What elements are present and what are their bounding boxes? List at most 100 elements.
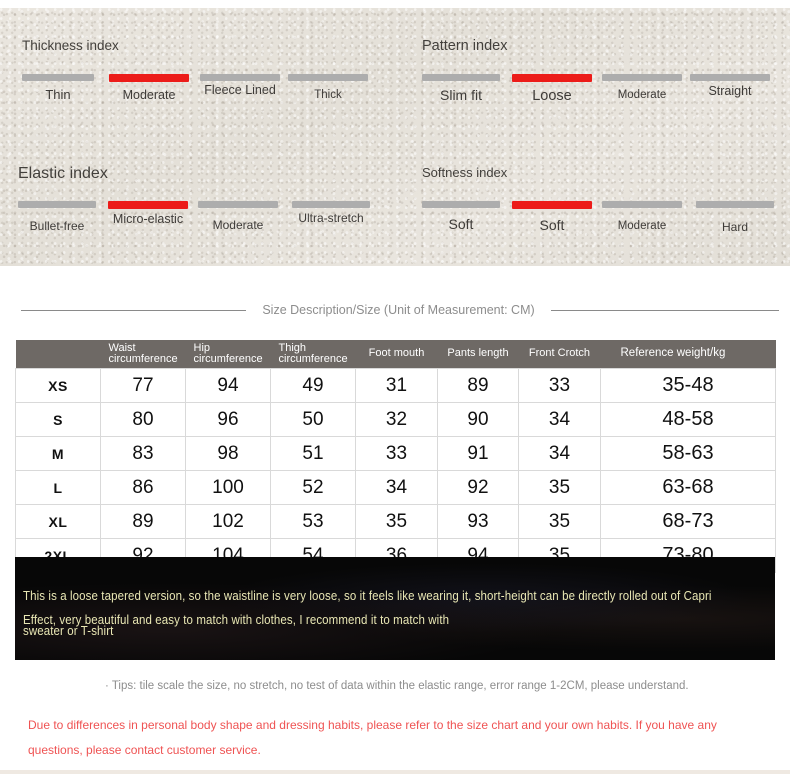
cell-size: L — [15, 470, 101, 505]
index-bar-slim-fit — [422, 74, 500, 81]
tips-customer-service-note: Due to differences in personal body shap… — [28, 718, 717, 757]
index-option-soft-1[interactable]: Soft — [422, 201, 500, 232]
index-option-hard[interactable]: Hard — [690, 201, 780, 234]
index-option-slim-fit[interactable]: Slim fit — [422, 74, 500, 103]
cell-hip: 100 — [185, 470, 271, 505]
index-option-micro-elastic[interactable]: Micro-elastic — [108, 201, 188, 226]
cell-crotch: 33 — [518, 368, 601, 403]
index-option-straight[interactable]: Straight — [690, 74, 770, 98]
col-header-thigh: Thigh circumference — [270, 340, 356, 369]
table-row: XL 89 102 53 35 93 35 68-73 — [15, 504, 776, 539]
cell-length: 91 — [437, 436, 519, 471]
heading-rule-right — [550, 309, 779, 311]
index-option-loose[interactable]: Loose — [512, 74, 592, 104]
cell-weight: 68-73 — [600, 504, 776, 539]
index-bar-micro-elastic — [108, 201, 188, 209]
index-bar-soft-2 — [512, 201, 592, 209]
col-header-waist: Waist circumference — [100, 340, 186, 369]
cell-crotch: 34 — [518, 402, 601, 437]
cell-foot: 31 — [355, 368, 438, 403]
index-option-moderate[interactable]: Moderate — [602, 201, 682, 232]
index-bar-moderate — [602, 201, 682, 208]
cell-thigh: 50 — [270, 402, 356, 437]
table-row: S 80 96 50 32 90 34 48-58 — [15, 402, 776, 437]
heading-rule-left — [21, 309, 247, 311]
table-header-row: Waist circumference Hip circumference Th… — [15, 340, 776, 369]
index-label-micro-elastic: Micro-elastic — [112, 212, 184, 226]
index-bar-thin — [22, 74, 94, 81]
col-header-foot-mouth: Foot mouth — [355, 340, 438, 369]
cell-waist: 83 — [100, 436, 186, 471]
index-bar-hard — [696, 201, 774, 208]
index-option-moderate[interactable]: Moderate — [109, 74, 189, 102]
cell-thigh: 53 — [270, 504, 356, 539]
cell-crotch: 35 — [518, 504, 601, 539]
index-bar-fleece-lined — [200, 74, 280, 81]
cell-hip: 102 — [185, 504, 271, 539]
index-label-ultra-stretch: Ultra-stretch — [298, 211, 364, 225]
index-option-thin[interactable]: Thin — [22, 74, 94, 102]
cell-weight: 35-48 — [600, 368, 776, 403]
index-title-pattern: Pattern index — [422, 38, 508, 54]
cell-crotch: 34 — [518, 436, 601, 471]
col-header-front-crotch: Front Crotch — [518, 340, 601, 369]
index-bar-moderate — [602, 74, 682, 81]
index-bar-loose — [512, 74, 592, 82]
cell-foot: 34 — [355, 470, 438, 505]
cell-weight: 48-58 — [600, 402, 776, 437]
note-line-1: This is a loose tapered version, so the … — [23, 590, 712, 604]
index-block-pattern: Pattern index Slim fit Loose Moderate St… — [422, 38, 782, 104]
col-header-size — [15, 340, 101, 369]
index-option-moderate[interactable]: Moderate — [198, 201, 278, 232]
index-label-bullet-free: Bullet-free — [29, 219, 85, 233]
cell-crotch: 35 — [518, 470, 601, 505]
cell-thigh: 51 — [270, 436, 356, 471]
index-option-moderate[interactable]: Moderate — [602, 74, 682, 101]
index-bar-bullet-free — [18, 201, 96, 208]
index-option-ultra-stretch[interactable]: Ultra-stretch — [286, 201, 376, 225]
index-bar-thick — [288, 74, 368, 81]
cell-foot: 33 — [355, 436, 438, 471]
table-row: M 83 98 51 33 91 34 58-63 — [15, 436, 776, 471]
cell-thigh: 52 — [270, 470, 356, 505]
cell-length: 89 — [437, 368, 519, 403]
cell-size: XL — [15, 504, 101, 539]
index-title-thickness: Thickness index — [22, 38, 119, 53]
index-label-moderate: Moderate — [617, 220, 667, 232]
cell-size: S — [15, 402, 101, 437]
cell-hip: 94 — [185, 368, 271, 403]
index-bar-moderate — [198, 201, 278, 208]
index-option-bullet-free[interactable]: Bullet-free — [18, 201, 96, 233]
index-option-fleece-lined[interactable]: Fleece Lined — [200, 74, 280, 97]
cell-weight: 58-63 — [600, 436, 776, 471]
index-title-softness: Softness index — [422, 165, 508, 180]
cell-size: M — [15, 436, 101, 471]
cell-length: 90 — [437, 402, 519, 437]
index-bar-moderate — [109, 74, 189, 82]
index-label-soft-1: Soft — [448, 216, 474, 232]
cell-length: 93 — [437, 504, 519, 539]
cell-weight: 63-68 — [600, 470, 776, 505]
note-line-3: sweater or T-shirt — [23, 625, 114, 639]
cell-waist: 89 — [100, 504, 186, 539]
cell-foot: 32 — [355, 402, 438, 437]
index-label-moderate: Moderate — [122, 88, 176, 102]
index-label-fleece-lined: Fleece Lined — [204, 83, 276, 97]
table-row: XS 77 94 49 31 89 33 35-48 — [15, 368, 776, 403]
cell-waist: 80 — [100, 402, 186, 437]
fabric-index-panel: Thickness index Thin Moderate Fleece Lin… — [0, 8, 790, 266]
index-option-thick[interactable]: Thick — [288, 74, 368, 101]
cell-length: 92 — [437, 470, 519, 505]
index-label-thick: Thick — [314, 89, 342, 101]
bottom-edge-strip — [0, 770, 790, 774]
index-label-straight: Straight — [708, 84, 752, 98]
index-label-thin: Thin — [45, 87, 71, 102]
table-row: L 86 100 52 34 92 35 63-68 — [15, 470, 776, 505]
index-bar-soft-1 — [422, 201, 500, 208]
cell-waist: 77 — [100, 368, 186, 403]
size-description-heading: Size Description/Size (Unit of Measureme… — [0, 296, 790, 324]
index-block-elastic: Elastic index Bullet-free Micro-elastic … — [18, 165, 378, 233]
size-chart-table: Waist circumference Hip circumference Th… — [15, 340, 776, 573]
index-option-soft-2[interactable]: Soft — [512, 201, 592, 233]
col-header-pants-length: Pants length — [437, 340, 519, 369]
